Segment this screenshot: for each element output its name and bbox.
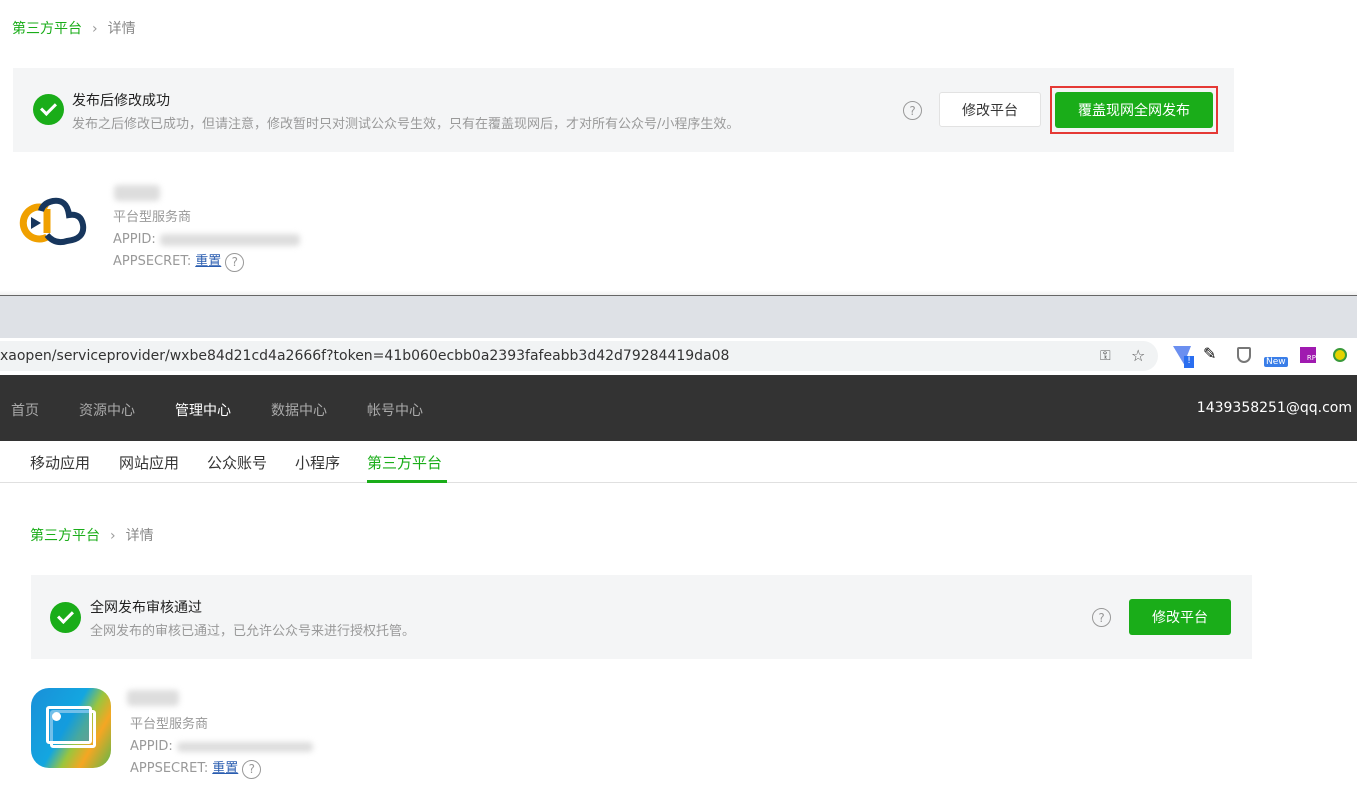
shield-extension-icon[interactable] <box>1237 347 1251 363</box>
subnav-official-account[interactable]: 公众账号 <box>207 452 267 473</box>
app-info: 平台型服务商 APPID: APPSECRET: 重置? <box>113 207 300 273</box>
banner-title: 全网发布审核通过 <box>90 600 202 616</box>
nav-account[interactable]: 帐号中心 <box>367 400 423 420</box>
check-icon <box>33 94 64 125</box>
reset-secret-link[interactable]: 重置 <box>212 758 238 780</box>
help-icon[interactable]: ? <box>225 252 245 272</box>
user-email[interactable]: 1439358251@qq.com <box>1197 400 1352 416</box>
edit-platform-button[interactable]: 修改平台 <box>1129 599 1231 635</box>
banner-desc: 全网发布的审核已通过，已允许公众号来进行授权托管。 <box>90 624 416 639</box>
browser-tab-strip <box>0 295 1357 338</box>
app-type: 平台型服务商 <box>113 210 192 225</box>
breadcrumb-current: 详情 <box>125 528 154 544</box>
app-name-redacted <box>114 185 160 201</box>
new-extension-icon[interactable]: New <box>1264 357 1288 367</box>
nav-resources[interactable]: 资源中心 <box>79 400 135 420</box>
app-name-redacted <box>127 690 179 706</box>
appid-label: APPID: <box>113 232 156 247</box>
appid-redacted <box>159 233 300 246</box>
breadcrumb: 第三方平台 › 详情 <box>30 525 154 545</box>
url-text[interactable]: xaopen/serviceprovider/wxbe84d21cd4a2666… <box>0 348 729 364</box>
subnav-website-app[interactable]: 网站应用 <box>119 452 179 473</box>
appsecret-label: APPSECRET: <box>130 761 209 776</box>
app-info: 平台型服务商 APPID: APPSECRET: 重置? <box>130 714 313 780</box>
app-logo <box>31 688 111 768</box>
rp-extension-icon[interactable]: RP <box>1300 347 1316 363</box>
status-banner: 全网发布审核通过 全网发布的审核已通过，已允许公众号来进行授权托管。 ? 修改平… <box>31 575 1252 659</box>
reset-secret-link[interactable]: 重置 <box>195 251 221 273</box>
status-banner: 发布后修改成功 发布之后修改已成功，但请注意，修改暂时只对测试公众号生效，只有在… <box>13 68 1234 152</box>
sun-shape <box>52 712 61 721</box>
alert-badge-icon: ! <box>1184 356 1194 368</box>
address-bar[interactable]: xaopen/serviceprovider/wxbe84d21cd4a2666… <box>0 341 1158 371</box>
help-icon[interactable]: ? <box>242 759 262 779</box>
breadcrumb-parent[interactable]: 第三方平台 <box>30 528 100 544</box>
sub-nav: 移动应用 网站应用 公众账号 小程序 第三方平台 <box>0 441 1357 483</box>
chevron-right-icon: › <box>110 528 116 544</box>
appsecret-label: APPSECRET: <box>113 254 192 269</box>
banner-title: 发布后修改成功 <box>72 93 170 109</box>
app-logo <box>19 197 87 246</box>
breadcrumb: 第三方平台 › 详情 <box>12 18 136 38</box>
help-icon[interactable]: ? <box>1092 608 1111 627</box>
breadcrumb-current: 详情 <box>107 21 136 37</box>
appid-label: APPID: <box>130 739 173 754</box>
nav-management[interactable]: 管理中心 <box>175 400 231 420</box>
image-frame <box>46 706 92 744</box>
browser-toolbar: xaopen/serviceprovider/wxbe84d21cd4a2666… <box>0 338 1357 375</box>
nav-home[interactable]: 首页 <box>11 400 39 420</box>
banner-desc: 发布之后修改已成功，但请注意，修改暂时只对测试公众号生效，只有在覆盖现网后，才对… <box>72 117 740 132</box>
appid-redacted <box>176 741 313 752</box>
subnav-mobile-app[interactable]: 移动应用 <box>30 452 90 473</box>
breadcrumb-parent[interactable]: 第三方平台 <box>12 21 82 37</box>
subnav-mini-program[interactable]: 小程序 <box>295 452 340 473</box>
star-icon[interactable]: ☆ <box>1131 341 1145 371</box>
chevron-right-icon: › <box>92 21 98 37</box>
plus-extension-icon[interactable] <box>1333 348 1347 362</box>
top-nav: 首页 资源中心 管理中心 数据中心 帐号中心 1439358251@qq.com <box>0 375 1357 441</box>
subnav-third-party[interactable]: 第三方平台 <box>367 452 442 473</box>
edit-platform-button[interactable]: 修改平台 <box>939 92 1041 127</box>
publish-button[interactable]: 覆盖现网全网发布 <box>1055 92 1213 128</box>
nav-data[interactable]: 数据中心 <box>271 400 327 420</box>
calligraphy-extension-icon[interactable]: ✎ <box>1203 344 1216 363</box>
active-tab-indicator <box>367 480 447 483</box>
help-icon[interactable]: ? <box>903 101 922 120</box>
key-icon[interactable]: ⚿ <box>1100 341 1111 371</box>
check-icon <box>50 602 81 633</box>
app-type: 平台型服务商 <box>130 717 209 732</box>
